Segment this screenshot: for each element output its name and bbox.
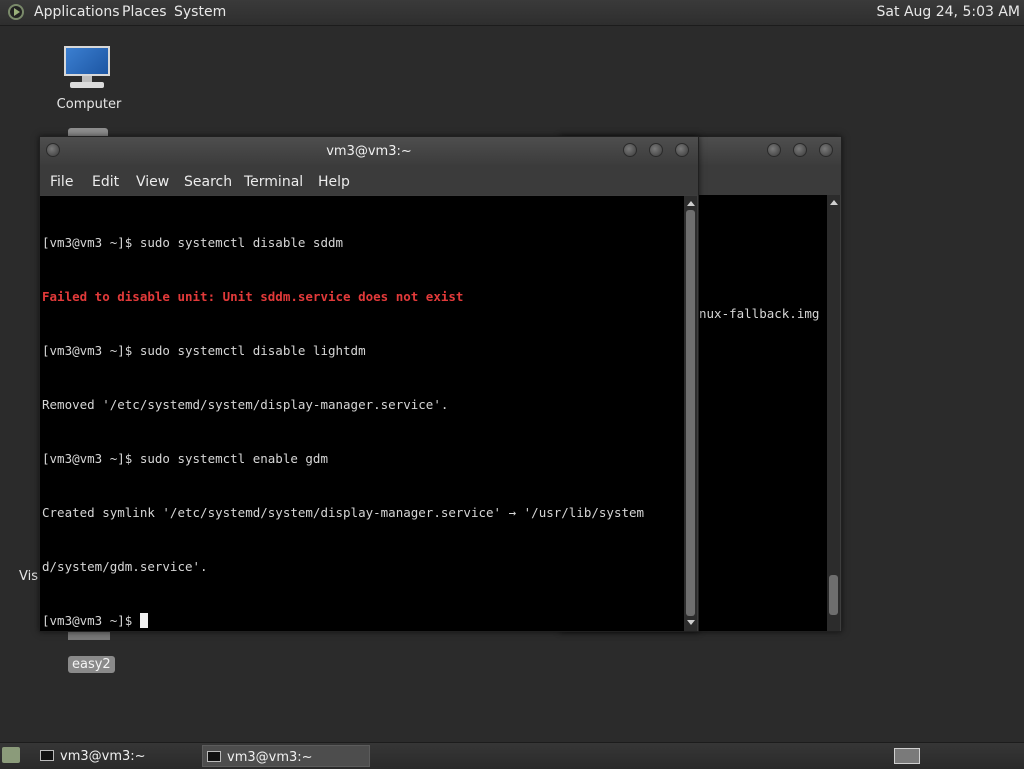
- taskbar-item[interactable]: vm3@vm3:~: [36, 745, 196, 767]
- terminal-prompt: [vm3@vm3 ~]$: [42, 613, 140, 628]
- back-scrollbar[interactable]: [827, 195, 840, 631]
- menu-file[interactable]: File: [50, 174, 73, 190]
- menu-help[interactable]: Help: [318, 174, 350, 190]
- terminal-titlebar[interactable]: vm3@vm3:~: [40, 137, 698, 165]
- taskbar-item-label: vm3@vm3:~: [60, 749, 146, 764]
- computer-label[interactable]: Computer: [54, 97, 124, 112]
- maximize-icon[interactable]: [793, 143, 807, 157]
- terminal-scrollbar-thumb[interactable]: [686, 210, 695, 616]
- show-desktop-icon[interactable]: [2, 747, 20, 763]
- clock[interactable]: Sat Aug 24, 5:03 AM: [877, 4, 1020, 20]
- scroll-down-icon[interactable]: [687, 620, 695, 625]
- terminal-scrollbar[interactable]: [684, 196, 697, 631]
- text-cursor: [139, 613, 148, 628]
- terminal-window[interactable]: vm3@vm3:~ File Edit View Search Terminal…: [39, 136, 699, 632]
- terminal-line: Removed '/etc/systemd/system/display-man…: [42, 397, 449, 412]
- back-scrollbar-thumb[interactable]: [829, 575, 838, 615]
- back-terminal-text: nux-fallback.img: [699, 306, 820, 321]
- terminal-icon: [40, 750, 54, 761]
- minimize-icon[interactable]: [623, 143, 637, 157]
- menu-places[interactable]: Places: [122, 4, 167, 20]
- taskbar-item-label: vm3@vm3:~: [227, 750, 313, 765]
- terminal-line: [vm3@vm3 ~]$ sudo systemctl disable sddm: [42, 235, 344, 250]
- menu-system[interactable]: System: [174, 4, 226, 20]
- terminal-line: d/system/gdm.service'.: [42, 559, 208, 574]
- menu-terminal[interactable]: Terminal: [244, 174, 303, 190]
- menu-search[interactable]: Search: [184, 174, 232, 190]
- close-icon[interactable]: [819, 143, 833, 157]
- minimize-icon[interactable]: [767, 143, 781, 157]
- menu-applications[interactable]: Applications: [34, 4, 120, 20]
- terminal-icon: [207, 751, 221, 762]
- scroll-up-icon[interactable]: [687, 201, 695, 206]
- menu-edit[interactable]: Edit: [92, 174, 119, 190]
- terminal-line: [vm3@vm3 ~]$ sudo systemctl enable gdm: [42, 451, 328, 466]
- window-title: vm3@vm3:~: [326, 144, 412, 159]
- computer-icon[interactable]: [64, 46, 112, 92]
- top-panel: Applications Places System Sat Aug 24, 5…: [0, 0, 1024, 26]
- terminal-output[interactable]: [vm3@vm3 ~]$ sudo systemctl disable sddm…: [40, 196, 684, 631]
- terminal-menubar: File Edit View Search Terminal Help: [40, 165, 698, 195]
- terminal-error-line: Failed to disable unit: Unit sddm.servic…: [42, 289, 464, 304]
- maximize-icon[interactable]: [649, 143, 663, 157]
- bottom-panel: vm3@vm3:~ vm3@vm3:~: [0, 742, 1024, 769]
- taskbar-item-active[interactable]: vm3@vm3:~: [202, 745, 370, 767]
- close-icon[interactable]: [675, 143, 689, 157]
- terminal-prompt-line[interactable]: [vm3@vm3 ~]$: [42, 612, 684, 630]
- terminal-line: [vm3@vm3 ~]$ sudo systemctl disable ligh…: [42, 343, 366, 358]
- scroll-up-icon[interactable]: [830, 200, 838, 205]
- workspace-switcher[interactable]: [894, 748, 920, 764]
- menu-view[interactable]: View: [136, 174, 169, 190]
- applications-icon[interactable]: [8, 4, 24, 20]
- terminal-line: Created symlink '/etc/systemd/system/dis…: [42, 505, 645, 520]
